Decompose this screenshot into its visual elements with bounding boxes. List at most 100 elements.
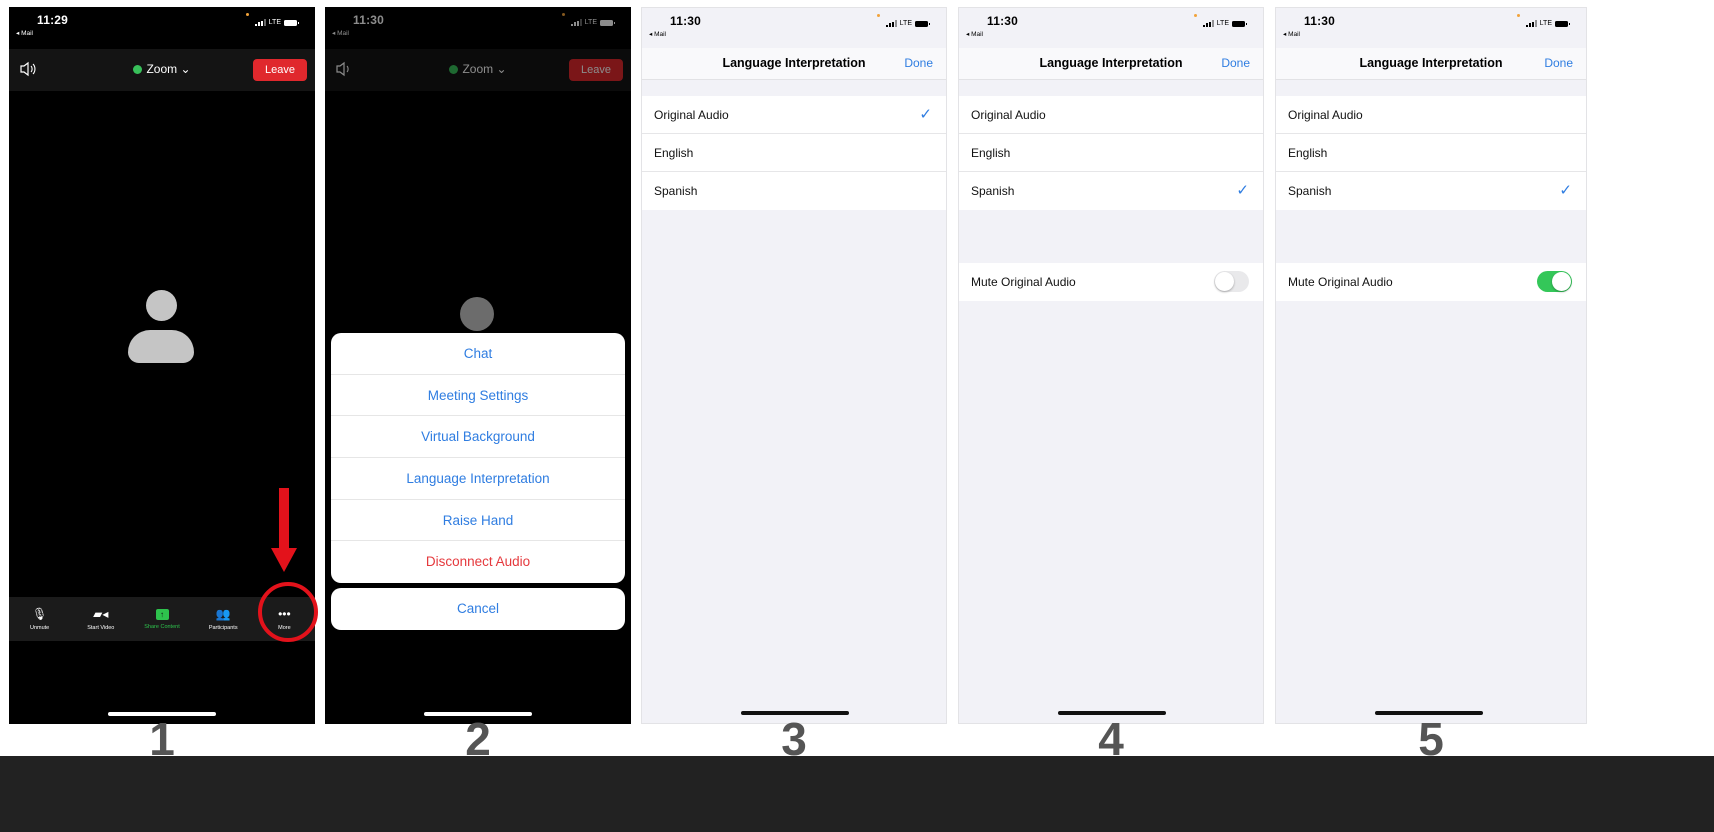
done-button[interactable]: Done [1544,56,1573,70]
language-option-spanish[interactable]: Spanish [642,172,946,210]
language-option-original-audio[interactable]: Original Audio [1276,96,1586,134]
signal-group: LTE [254,19,299,26]
mute-original-audio-row: Mute Original Audio [1276,263,1586,301]
signal-icon [1525,20,1537,27]
signal-icon [254,19,266,26]
share-content-button[interactable]: ↑ Share Content [131,597,192,641]
meeting-name: Zoom [146,62,178,76]
page-title: Language Interpretation [722,56,866,70]
mute-original-audio-row: Mute Original Audio [959,263,1263,301]
leave-button[interactable]: Leave [253,59,307,81]
menu-item-chat[interactable]: Chat [331,333,625,375]
participants-button[interactable]: 👥 Participants [193,597,254,641]
share-content-label: Share Content [144,623,180,630]
orange-dot-indicator [1194,14,1197,17]
annotation-arrow-icon [271,488,297,578]
phone-screen-4: 11:30 ◂ Mail LTE Language Interpretation… [958,7,1264,724]
menu-item-meeting-settings[interactable]: Meeting Settings [331,375,625,417]
status-bar: 11:30 ◂ Mail LTE [642,8,946,48]
step-number-2: 2 [465,713,491,765]
done-button[interactable]: Done [1221,56,1250,70]
option-label: Original Audio [971,108,1046,122]
checkmark-icon: ✓ [1559,182,1572,199]
checkmark-icon: ✓ [1236,182,1249,199]
back-to-mail-link[interactable]: ◂ Mail [16,29,33,37]
meeting-top-bar: Zoom ⌄ Leave [9,49,315,91]
more-menu-sheet: Chat Meeting Settings Virtual Background… [331,333,625,584]
language-option-original-audio[interactable]: Original Audio ✓ [642,96,946,134]
language-option-spanish[interactable]: Spanish ✓ [959,172,1263,210]
step-number-3: 3 [781,713,807,765]
step-number-5: 5 [1418,713,1444,765]
navigation-bar: Language Interpretation Done [1276,48,1586,80]
orange-dot-indicator [1517,14,1520,17]
status-time: 11:30 [1304,14,1336,28]
menu-item-raise-hand[interactable]: Raise Hand [331,500,625,542]
language-list: Original Audio English Spanish ✓ [959,96,1263,210]
signal-group: LTE [1202,20,1247,27]
page-title: Language Interpretation [1039,56,1183,70]
start-video-label: Start Video [87,625,115,631]
phone-screen-3: 11:30 ◂ Mail LTE Language Interpretation… [641,7,947,724]
language-option-english[interactable]: English [1276,134,1586,172]
option-label: English [654,146,694,160]
annotation-circle [258,582,318,642]
mute-original-audio-toggle[interactable] [1537,271,1572,292]
language-option-spanish[interactable]: Spanish ✓ [1276,172,1586,210]
unmute-label: Unmute [29,625,50,631]
status-bar: 11:30 ◂ Mail LTE [959,8,1263,48]
orange-dot-indicator [877,14,880,17]
signal-group: LTE [885,20,930,27]
option-label: English [1288,146,1328,160]
network-type: LTE [1539,20,1552,27]
menu-item-virtual-background[interactable]: Virtual Background [331,416,625,459]
checkmark-icon: ✓ [919,106,932,123]
option-label: Spanish [654,184,698,198]
status-bar: 11:30 ◂ Mail LTE [1276,8,1586,48]
back-to-mail-link[interactable]: ◂ Mail [966,30,983,38]
option-label: Spanish [1288,184,1332,198]
unmute-button[interactable]: 🎙 Unmute [9,597,70,641]
share-icon: ↑ [155,608,169,620]
battery-icon [915,20,930,27]
status-time: 11:30 [987,14,1019,28]
signal-icon [885,20,897,27]
battery-icon [1555,20,1570,27]
signal-group: LTE [1525,20,1570,27]
back-to-mail-link[interactable]: ◂ Mail [1283,30,1300,38]
navigation-bar: Language Interpretation Done [642,48,946,80]
menu-item-language-interpretation[interactable]: Language Interpretation [331,458,625,500]
network-type: LTE [268,19,281,26]
back-to-mail-link[interactable]: ◂ Mail [649,30,666,38]
option-label: Original Audio [1288,108,1363,122]
status-bar: 11:29 ◂ Mail LTE [9,7,315,47]
language-option-original-audio[interactable]: Original Audio [959,96,1263,134]
phone-screen-2: 11:30 ◂ Mail LTE Zoom ⌄ Leave Chat Meeti… [325,7,631,724]
battery-icon [1232,20,1247,27]
orange-dot-indicator [246,13,249,16]
option-label: Spanish [971,184,1015,198]
language-option-english[interactable]: English [642,134,946,172]
network-type: LTE [899,20,912,27]
video-off-icon: ▰◂ [93,607,109,621]
network-type: LTE [1216,20,1229,27]
done-button[interactable]: Done [904,56,933,70]
status-time: 11:29 [37,13,69,27]
mic-muted-icon: 🎙 [31,607,48,621]
start-video-button[interactable]: ▰◂ Start Video [70,597,131,641]
language-list: Original Audio English Spanish ✓ [1276,96,1586,210]
page-title: Language Interpretation [1359,56,1503,70]
mute-original-audio-toggle[interactable] [1214,271,1249,292]
menu-item-disconnect-audio[interactable]: Disconnect Audio [331,541,625,583]
language-list: Original Audio ✓ English Spanish [642,96,946,210]
option-label: Original Audio [654,108,729,122]
mute-original-audio-label: Mute Original Audio [971,275,1076,289]
step-number-1: 1 [149,713,175,765]
encryption-shield-icon [133,65,143,74]
step-number-4: 4 [1098,713,1124,765]
language-option-english[interactable]: English [959,134,1263,172]
cancel-button[interactable]: Cancel [331,588,625,630]
status-time: 11:30 [670,14,702,28]
option-label: English [971,146,1011,160]
phone-screen-5: 11:30 ◂ Mail LTE Language Interpretation… [1275,7,1587,724]
